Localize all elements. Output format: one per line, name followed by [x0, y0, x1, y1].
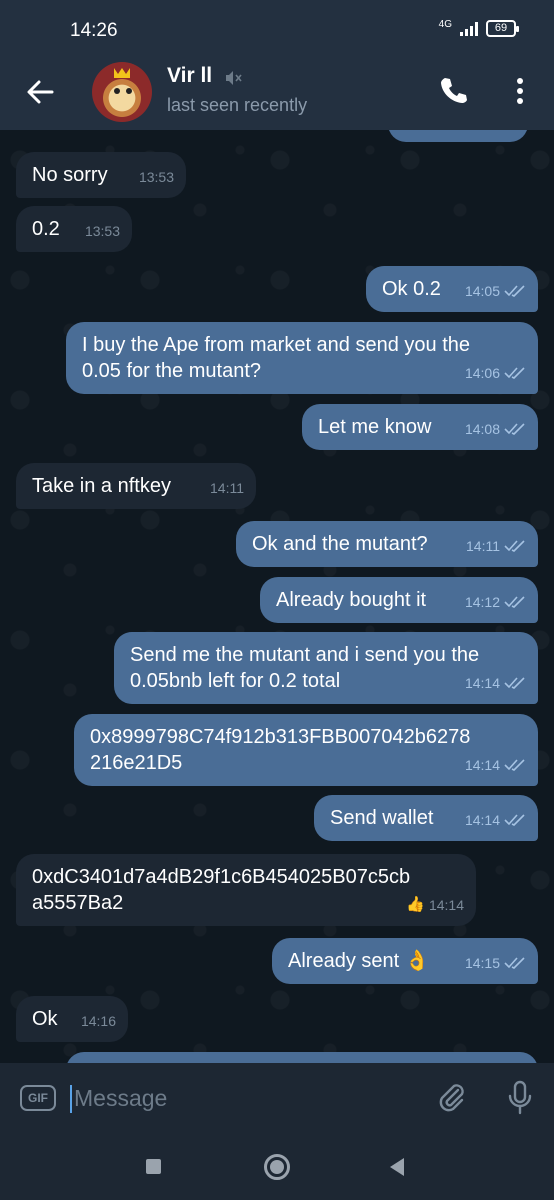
read-ticks-icon — [504, 677, 525, 689]
message-time: 14:05 — [464, 283, 500, 299]
phone-icon[interactable] — [436, 74, 470, 108]
system-nav-bar — [0, 1133, 554, 1200]
message-time: 14:11 — [210, 480, 244, 496]
more-vert-icon[interactable] — [506, 74, 534, 108]
message-bubble-out[interactable]: Already bought it 14:12 — [260, 577, 538, 623]
status-time: 14:26 — [70, 20, 118, 41]
avatar[interactable] — [92, 62, 152, 122]
message-bubble-in[interactable]: Take in a nftkey 14:11 — [16, 463, 256, 509]
last-seen-status: last seen recently — [167, 95, 308, 115]
message-time: 14:14 — [428, 897, 464, 913]
read-ticks-icon — [504, 540, 525, 552]
message-input[interactable] — [74, 1083, 414, 1113]
read-ticks-icon — [504, 759, 525, 771]
gif-button[interactable]: GIF — [20, 1085, 56, 1111]
message-bubble-in[interactable]: No sorry 13:53 — [16, 152, 186, 198]
status-icons: 4G 69 — [438, 18, 519, 37]
text-cursor — [70, 1085, 72, 1113]
message-time: 14:12 — [464, 594, 500, 610]
message-bubble-in[interactable]: 0xdC3401d7a4dB29f1c6B454025B07c5cb a5557… — [16, 854, 476, 926]
message-bubble-in[interactable]: 0.2 13:53 — [16, 206, 132, 252]
home-icon[interactable] — [264, 1154, 290, 1180]
message-time: 14:08 — [464, 421, 500, 437]
chat-header: Vir ll last seen recently — [0, 62, 554, 130]
read-ticks-icon — [504, 285, 525, 297]
message-time: 14:06 — [464, 365, 500, 381]
telegram-chat-screen: 14:26 4G 69 Vir ll last seen recently No… — [0, 0, 554, 1200]
nav-back-icon[interactable] — [388, 1157, 406, 1177]
read-ticks-icon — [504, 814, 525, 826]
mute-icon — [226, 71, 242, 85]
message-bubble-out[interactable]: Let me know 14:08 — [302, 404, 538, 450]
status-bar: 14:26 4G 69 — [0, 0, 554, 62]
message-time: 14:14 — [464, 675, 500, 691]
message-composer: GIF — [0, 1063, 554, 1133]
message-bubble-out[interactable]: Already sent 👌 14:15 — [272, 938, 538, 984]
message-list[interactable]: No sorry 13:53 0.2 13:53 Ok 0.2 14:05 I … — [0, 130, 554, 1063]
message-time: 14:15 — [464, 955, 500, 971]
message-bubble-partial[interactable] — [388, 130, 528, 142]
message-bubble-out[interactable]: Send me the mutant and i send you the 0.… — [114, 632, 538, 704]
message-bubble-in[interactable]: Ok 14:16 — [16, 996, 128, 1042]
battery-icon: 69 — [486, 20, 519, 37]
message-time: 14:14 — [464, 757, 500, 773]
read-ticks-icon — [504, 423, 525, 435]
signal-icon — [460, 21, 478, 36]
message-bubble-out[interactable]: I buy the Ape from market and send you t… — [66, 322, 538, 394]
message-time: 14:14 — [464, 812, 500, 828]
message-bubble-partial[interactable] — [66, 1052, 538, 1063]
battery-level: 69 — [494, 22, 508, 34]
read-ticks-icon — [504, 596, 525, 608]
back-arrow-icon[interactable] — [22, 74, 58, 110]
message-bubble-out[interactable]: Ok 0.2 14:05 — [366, 266, 538, 312]
read-ticks-icon — [504, 367, 525, 379]
message-time: 14:16 — [80, 1013, 116, 1029]
network-type: 4G — [438, 18, 452, 30]
paperclip-icon[interactable] — [436, 1081, 470, 1115]
message-time: 13:53 — [138, 169, 174, 185]
recents-icon[interactable] — [146, 1159, 161, 1174]
message-bubble-out[interactable]: Ok and the mutant? 14:11 — [236, 521, 538, 567]
contact-name[interactable]: Vir ll — [167, 64, 212, 88]
microphone-icon[interactable] — [506, 1079, 534, 1117]
message-time: 14:11 — [466, 538, 500, 554]
message-time: 13:53 — [84, 223, 120, 239]
read-ticks-icon — [504, 957, 525, 969]
message-bubble-out[interactable]: 0x8999798C74f912b313FBB007042b6278 216e2… — [74, 714, 538, 786]
message-bubble-out[interactable]: Send wallet 14:14 — [314, 795, 538, 841]
thumbs-up-reaction[interactable]: 👍 — [406, 892, 425, 918]
